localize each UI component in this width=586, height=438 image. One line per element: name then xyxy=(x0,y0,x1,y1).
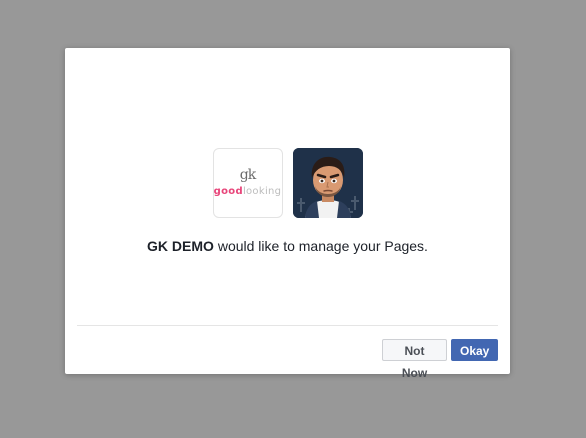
permission-dialog: gk goodlooking GK DEMO would like to man… xyxy=(65,48,510,380)
cartoon-avatar-icon xyxy=(292,148,363,218)
app-logo-word-part2: looking xyxy=(242,186,282,197)
okay-button[interactable]: Okay xyxy=(451,339,498,361)
footer-divider xyxy=(77,325,498,326)
app-logo-monogram: gk xyxy=(239,167,256,183)
permission-message: GK DEMO would like to manage your Pages. xyxy=(65,238,510,254)
app-name: GK DEMO xyxy=(147,238,214,254)
app-logo: gk goodlooking xyxy=(212,148,283,218)
app-logo-word-part1: good xyxy=(213,186,243,197)
app-logo-wordmark: goodlooking xyxy=(214,186,282,197)
icons-row: gk goodlooking xyxy=(65,148,510,218)
message-text: would like to manage your Pages. xyxy=(213,238,428,254)
not-now-button[interactable]: Not Now xyxy=(382,339,447,380)
user-avatar xyxy=(292,148,363,218)
